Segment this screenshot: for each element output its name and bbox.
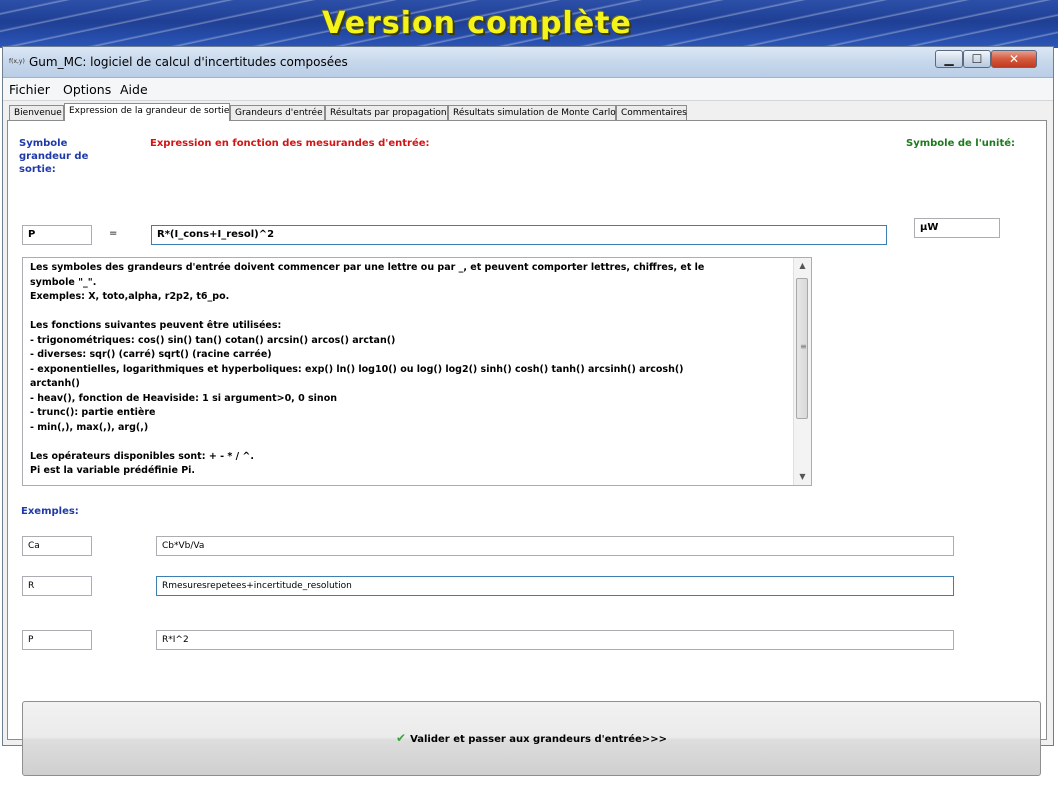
check-icon: ✔ — [396, 731, 407, 745]
help-line: - exponentielles, logarithmiques et hype… — [30, 363, 684, 390]
tab-commentaires[interactable]: Commentaires — [616, 105, 687, 120]
tab-bienvenue[interactable]: Bienvenue — [9, 105, 64, 120]
app-window: f(x,y)= Gum_MC: logiciel de calcul d'inc… — [2, 46, 1054, 776]
menu-aide[interactable]: Aide — [120, 82, 148, 97]
tab-panel-expression: Symbole grandeur de sortie: Expression e… — [7, 120, 1047, 776]
help-line: - heav(), fonction de Heaviside: 1 si ar… — [30, 392, 337, 404]
help-line: Les symboles des grandeurs d'entrée doiv… — [30, 262, 705, 288]
expression-label: Expression en fonction des mesurandes d'… — [150, 138, 430, 149]
tab-resultats-propagation[interactable]: Résultats par propagation — [325, 105, 448, 120]
help-line: Les fonctions suivantes peuvent être uti… — [30, 320, 282, 331]
help-line — [30, 435, 790, 450]
help-line: Pi est la variable prédéfinie Pi. — [30, 465, 196, 476]
example-symbol-ca[interactable]: Ca — [22, 536, 92, 556]
grip-icon: ≡ — [800, 342, 807, 351]
example-expression-r[interactable]: Rmesuresrepetees+incertitude_resolution — [156, 576, 954, 596]
help-line: - diverses: sqr() (carré) sqrt() (racine… — [30, 349, 272, 360]
tab-grandeurs-entree[interactable]: Grandeurs d'entrée — [230, 105, 325, 120]
help-line: Exemples: X, toto,alpha, r2p2, t6_po. — [30, 291, 230, 302]
example-expression-ca[interactable]: Cb*Vb/Va — [156, 536, 954, 556]
title-bar: f(x,y)= Gum_MC: logiciel de calcul d'inc… — [3, 47, 1053, 78]
validate-button[interactable]: ✔ Valider et passer aux grandeurs d'entré… — [22, 701, 1041, 776]
window-title: Gum_MC: logiciel de calcul d'incertitude… — [29, 55, 348, 69]
help-text: Les symboles des grandeurs d'entrée doiv… — [30, 261, 790, 479]
minimize-button[interactable]: ▁ — [935, 50, 963, 68]
validate-button-label: Valider et passer aux grandeurs d'entrée… — [410, 734, 667, 745]
help-line: - trunc(): partie entière — [30, 407, 156, 418]
tab-expression-sortie[interactable]: Expression de la grandeur de sortie — [64, 103, 230, 121]
app-icon: f(x,y)= — [9, 58, 25, 65]
validate-button-content: ✔ Valider et passer aux grandeurs d'entré… — [23, 731, 1040, 745]
scroll-down-icon[interactable]: ▼ — [794, 469, 811, 485]
help-scrollbar[interactable]: ▲ ≡ ▼ — [793, 258, 811, 485]
menu-fichier[interactable]: Fichier — [9, 82, 50, 97]
tab-resultats-monte-carlo[interactable]: Résultats simulation de Monte Carlo — [448, 105, 616, 120]
examples-label: Exemples: — [21, 506, 79, 517]
help-textarea[interactable]: Les symboles des grandeurs d'entrée doiv… — [22, 257, 812, 486]
help-line: - trigonométriques: cos() sin() tan() co… — [30, 334, 396, 346]
close-button[interactable]: ✕ — [991, 50, 1037, 68]
banner-title: Version complète — [322, 6, 632, 41]
expression-input[interactable]: R*(I_cons+I_resol)^2 — [151, 225, 887, 245]
scroll-thumb[interactable]: ≡ — [796, 278, 808, 419]
output-symbol-label: Symbole grandeur de sortie: — [19, 138, 89, 175]
example-symbol-r[interactable]: R — [22, 576, 92, 596]
equals-sign: = — [109, 228, 118, 239]
output-symbol-input[interactable]: P — [22, 225, 92, 245]
banner: Version complète — [0, 0, 1058, 48]
tab-bar: Bienvenue Expression de la grandeur de s… — [7, 103, 1049, 121]
maximize-button[interactable]: ☐ — [963, 50, 991, 68]
menu-options[interactable]: Options — [63, 82, 111, 97]
scroll-up-icon[interactable]: ▲ — [794, 258, 811, 274]
menu-bar: Fichier Options Aide — [3, 78, 1053, 101]
example-symbol-p[interactable]: P — [22, 630, 92, 650]
unit-label: Symbole de l'unité: — [906, 138, 1015, 149]
help-line — [30, 305, 790, 320]
example-expression-p[interactable]: R*I^2 — [156, 630, 954, 650]
help-line: - min(,), max(,), arg(,) — [30, 421, 149, 433]
help-line: Les opérateurs disponibles sont: + - * /… — [30, 450, 254, 462]
unit-input[interactable]: µW — [914, 218, 1000, 238]
